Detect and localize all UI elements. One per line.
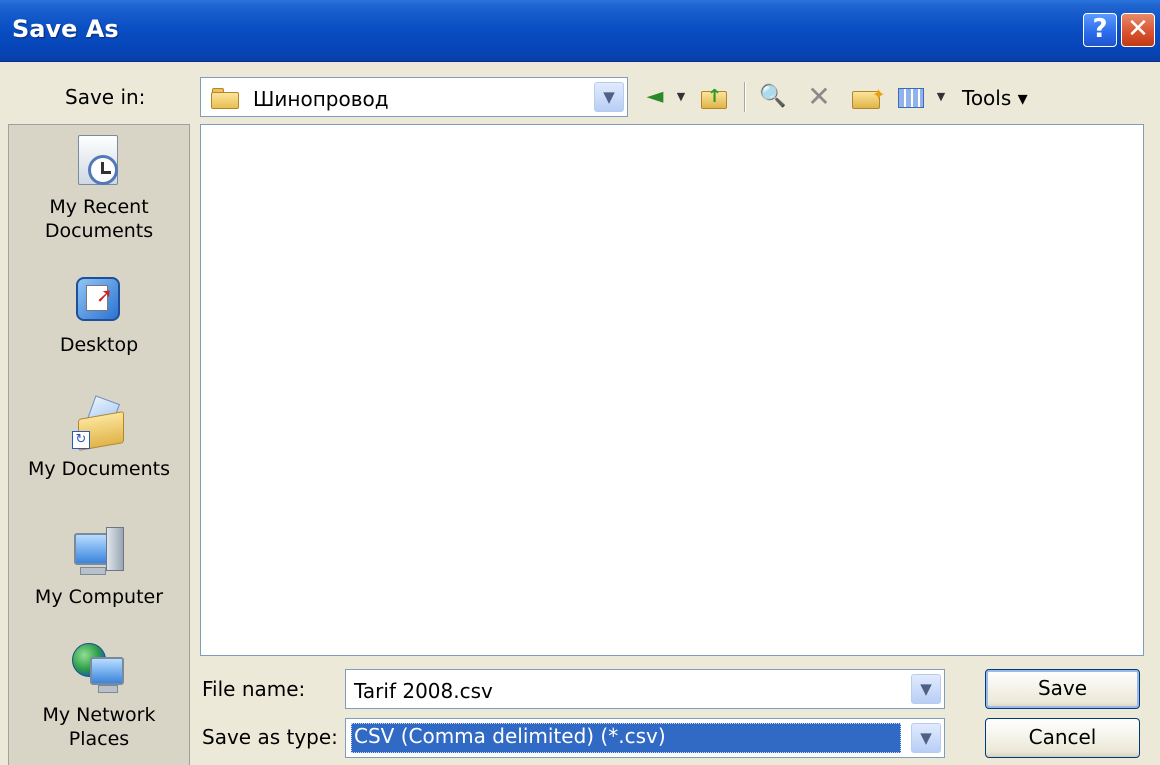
views-icon[interactable]: [895, 83, 927, 111]
place-label: My Network Places: [42, 704, 156, 750]
place-label: Desktop: [59, 334, 139, 356]
place-desktop[interactable]: ➚ Desktop: [9, 273, 189, 357]
network-places-icon: [72, 643, 126, 697]
search-web-icon[interactable]: 🔍: [757, 83, 789, 111]
back-dropdown-arrow-icon[interactable]: ▼: [674, 83, 688, 111]
desktop-icon: ➚: [72, 273, 126, 327]
up-folder-icon[interactable]: ↑: [697, 83, 731, 111]
place-label: My Documents: [27, 458, 170, 480]
recent-documents-icon: [72, 135, 126, 189]
place-my-computer[interactable]: My Computer: [9, 525, 189, 609]
tools-menu[interactable]: Tools ▾: [962, 86, 1028, 110]
file-name-label: File name:: [202, 677, 306, 701]
back-icon[interactable]: ◄: [640, 83, 670, 111]
cancel-button[interactable]: Cancel: [985, 718, 1140, 758]
folder-icon: [211, 87, 241, 109]
new-folder-icon[interactable]: ✦: [850, 83, 885, 111]
my-computer-icon: [72, 525, 126, 579]
save-in-dropdown[interactable]: Шинопровод ▼: [200, 77, 628, 117]
save-as-type-dropdown[interactable]: CSV (Comma delimited) (*.csv) ▼: [345, 718, 945, 758]
save-as-type-label: Save as type:: [202, 725, 338, 749]
toolbar-separator: [744, 82, 746, 112]
help-button[interactable]: ?: [1083, 13, 1117, 47]
chevron-down-icon[interactable]: ▼: [911, 674, 941, 704]
save-in-value: Шинопровод: [253, 87, 389, 111]
window-title: Save As: [12, 15, 119, 43]
file-name-value: Tarif 2008.csv: [354, 679, 493, 703]
place-my-documents[interactable]: ↻ My Documents: [9, 395, 189, 481]
place-my-network-places[interactable]: My Network Places: [9, 643, 189, 751]
save-in-label: Save in:: [65, 85, 146, 109]
views-dropdown-arrow-icon[interactable]: ▼: [934, 83, 948, 111]
my-documents-icon: ↻: [72, 395, 126, 452]
file-list[interactable]: [200, 124, 1144, 656]
chevron-down-icon[interactable]: ▼: [911, 723, 941, 753]
place-my-recent-documents[interactable]: My Recent Documents: [9, 135, 189, 243]
title-bar[interactable]: Save As ? ✕: [0, 0, 1160, 62]
places-bar: My Recent Documents ➚ Desktop ↻ My Docum…: [8, 124, 190, 765]
delete-icon[interactable]: ✕: [804, 83, 834, 111]
save-button[interactable]: Save: [985, 669, 1140, 709]
place-label: My Recent Documents: [44, 196, 154, 242]
chevron-down-icon[interactable]: ▼: [594, 82, 624, 112]
save-as-type-value: CSV (Comma delimited) (*.csv): [354, 724, 666, 748]
place-label: My Computer: [34, 586, 164, 608]
close-button[interactable]: ✕: [1121, 13, 1155, 47]
file-name-input[interactable]: Tarif 2008.csv ▼: [345, 669, 945, 709]
